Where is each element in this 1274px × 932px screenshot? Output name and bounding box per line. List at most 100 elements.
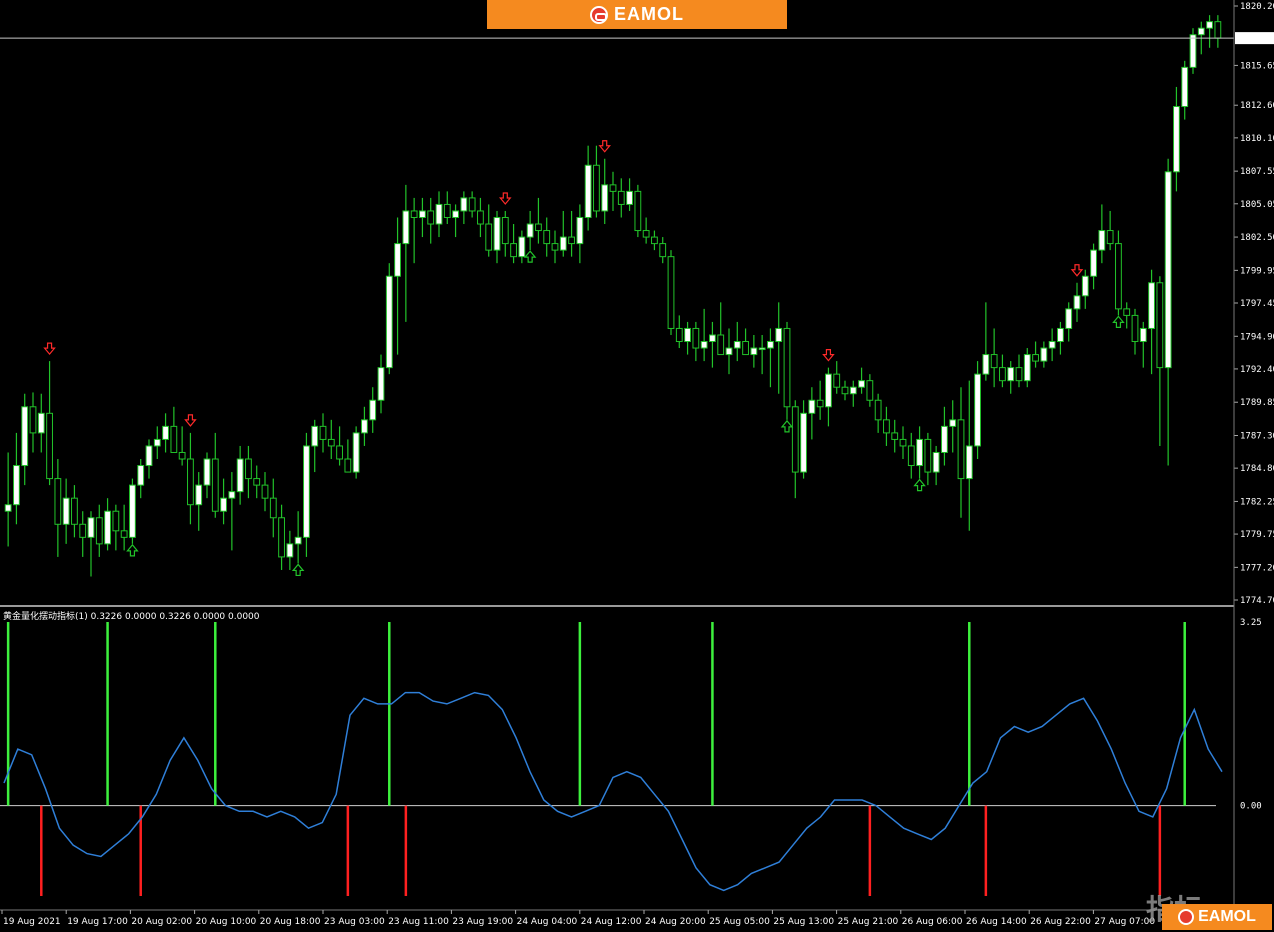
candle-body	[1065, 308, 1073, 329]
candle-body	[543, 230, 551, 245]
candle-body	[71, 497, 78, 525]
candle-body	[1081, 275, 1089, 297]
time-tick-label: 23 Aug 11:00	[388, 917, 449, 927]
candle-body	[974, 373, 981, 447]
candle-body	[883, 419, 890, 434]
candle-body	[1164, 171, 1172, 369]
candle-body	[112, 510, 120, 532]
candle-body	[460, 197, 468, 212]
candle-body	[294, 536, 302, 545]
candle-body	[791, 406, 799, 473]
candle-body	[932, 451, 940, 473]
candle-body	[336, 445, 343, 460]
candle-body	[858, 380, 865, 388]
candle-body	[601, 184, 609, 212]
candle-body	[203, 458, 211, 486]
candle-body	[1156, 282, 1164, 369]
candle-body	[1090, 249, 1097, 277]
candle-body	[800, 412, 807, 473]
candle-body	[891, 432, 899, 440]
price-tick-label: 1784.80	[1240, 464, 1274, 474]
price-tick-label: 1777.20	[1240, 563, 1274, 573]
candle-body	[137, 465, 145, 486]
candle-body	[220, 497, 227, 512]
time-tick-label: 23 Aug 19:00	[452, 917, 513, 927]
price-tick-label: 1815.65	[1240, 61, 1274, 71]
candle-body	[535, 223, 542, 232]
candle-body	[319, 425, 327, 440]
candle-body	[593, 164, 600, 212]
candle-body	[253, 478, 261, 486]
price-tick-label: 1792.40	[1240, 365, 1274, 375]
price-tick-label: 1799.95	[1240, 266, 1274, 276]
candle-body	[1214, 21, 1222, 39]
price-tick-label: 1779.75	[1240, 530, 1274, 540]
candle-body	[1073, 295, 1081, 310]
candle-body	[1173, 106, 1180, 173]
candle-body	[145, 445, 153, 467]
candle-body	[1115, 243, 1122, 310]
candle-body	[907, 445, 915, 467]
candle-body	[576, 216, 584, 245]
candle-body	[153, 438, 161, 447]
candle-body	[651, 236, 658, 245]
candle-body	[1040, 347, 1048, 362]
brand-watermark: 指标 EAMOL	[1144, 888, 1274, 932]
candle-body	[120, 530, 128, 538]
watermark-badge: EAMOL	[1162, 904, 1272, 930]
candle-body	[311, 425, 319, 447]
candle-body	[568, 236, 575, 245]
candle-body	[717, 334, 725, 356]
candle-body	[1106, 230, 1114, 245]
candle-body	[584, 164, 592, 218]
time-tick-label: 26 Aug 22:00	[1030, 917, 1091, 927]
candle-body	[609, 184, 617, 192]
time-tick-label: 20 Aug 18:00	[260, 917, 321, 927]
candle-body	[352, 432, 360, 473]
candle-body	[634, 190, 642, 232]
candle-body	[1032, 354, 1039, 362]
candle-body	[510, 243, 517, 258]
price-tick-label: 1807.55	[1240, 167, 1274, 177]
candle-body	[269, 497, 277, 519]
candle-body	[129, 484, 136, 538]
price-tick-label: 1774.70	[1240, 596, 1274, 606]
price-tick-label: 1782.25	[1240, 497, 1274, 507]
candle-body	[1148, 282, 1155, 329]
time-tick-label: 26 Aug 14:00	[966, 917, 1027, 927]
candle-body	[1189, 34, 1197, 68]
candle-body	[667, 256, 675, 329]
candle-body	[501, 216, 509, 245]
candle-body	[37, 412, 45, 434]
time-tick-label: 24 Aug 12:00	[581, 917, 642, 927]
candle-body	[957, 419, 965, 480]
eamol-logo-icon	[590, 5, 608, 24]
candle-body	[874, 399, 882, 421]
candle-body	[419, 210, 426, 218]
candle-body	[733, 341, 741, 349]
candle-body	[303, 445, 310, 538]
candle-body	[402, 210, 410, 245]
candle-body	[46, 412, 53, 480]
candle-body	[95, 517, 103, 545]
candle-body	[816, 399, 824, 408]
candle-body	[104, 510, 111, 545]
candle-body	[758, 347, 766, 351]
candle-body	[394, 243, 401, 277]
candle-body	[849, 386, 857, 395]
price-tick-label: 1797.45	[1240, 299, 1274, 309]
candle-body	[1131, 314, 1139, 343]
candle-body	[916, 438, 923, 467]
candle-body	[162, 425, 169, 440]
candle-body	[659, 243, 667, 258]
price-tick-label: 1805.05	[1240, 200, 1274, 210]
candle-body	[452, 210, 459, 218]
candle-body	[617, 190, 625, 205]
candle-body	[29, 406, 37, 434]
time-tick-label: 24 Aug 20:00	[645, 917, 706, 927]
candle-body	[1023, 354, 1031, 382]
candle-body	[767, 341, 774, 349]
brand-banner: EAMOL	[487, 0, 787, 29]
candle-body	[841, 386, 849, 395]
indicator-zero-label: 0.00	[1240, 802, 1262, 812]
